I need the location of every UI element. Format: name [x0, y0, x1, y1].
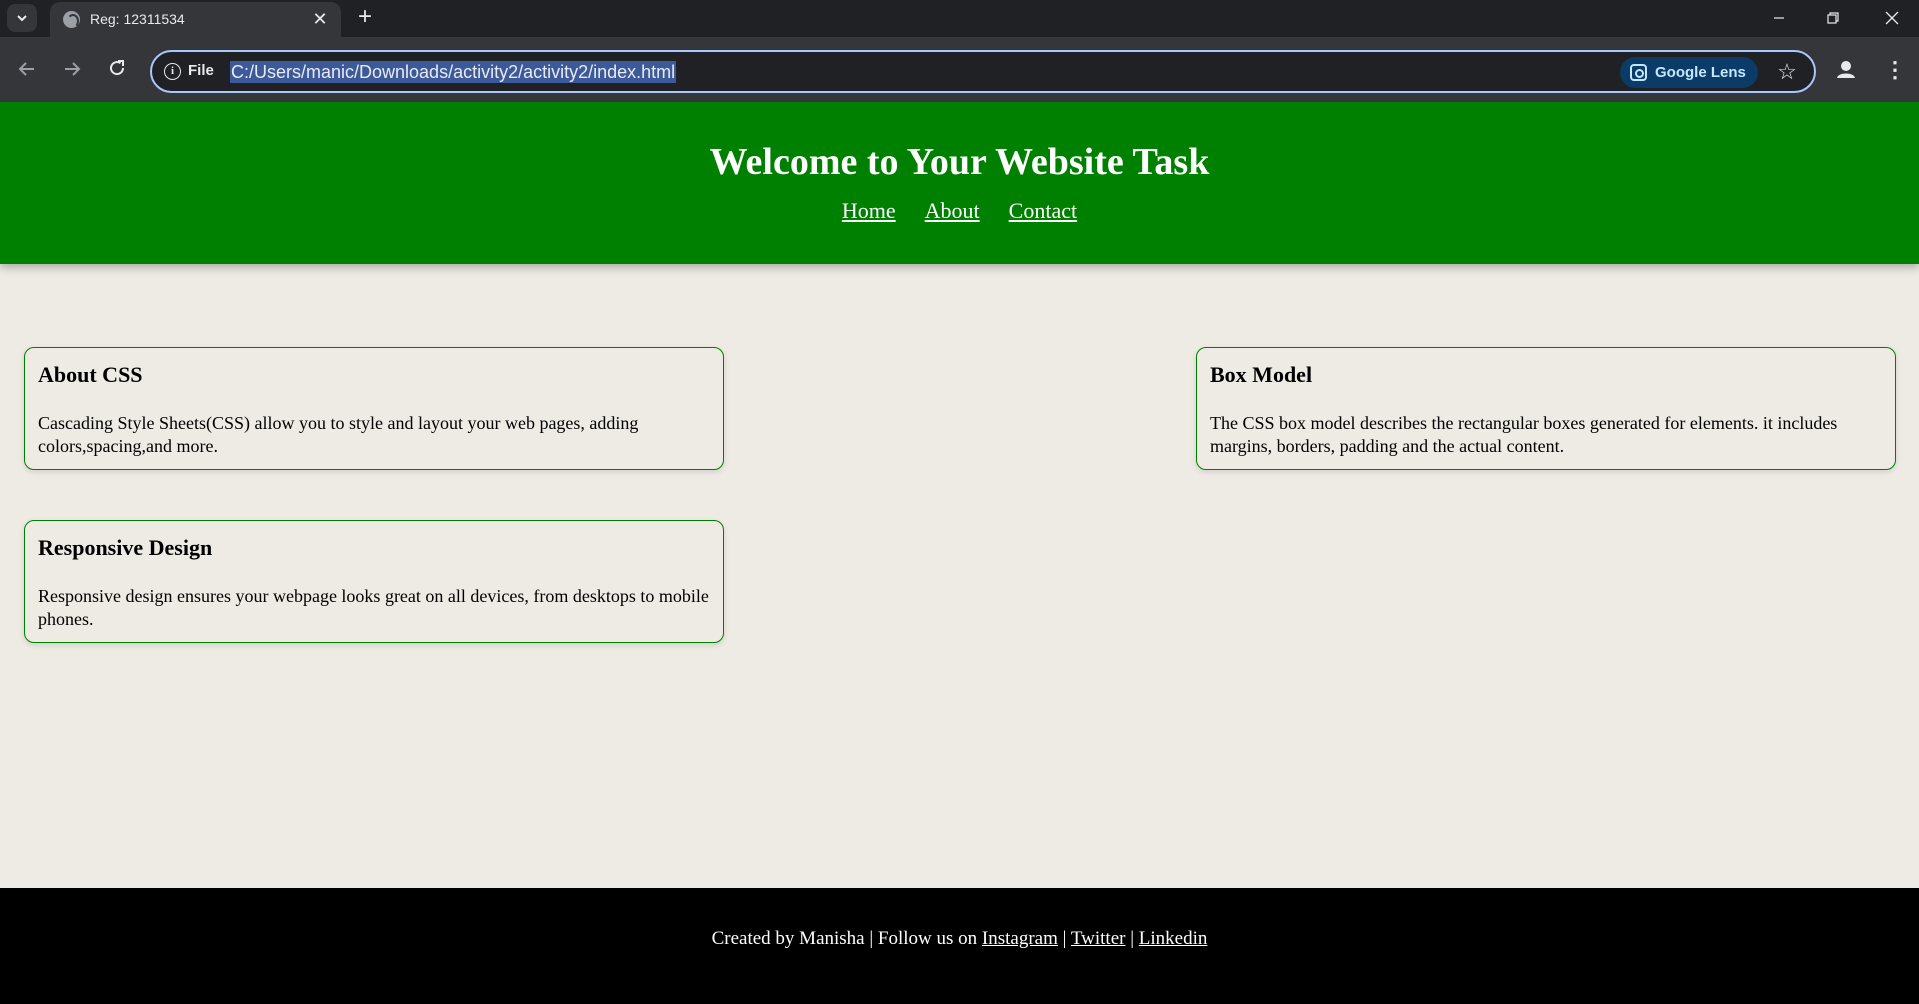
footer-separator: | — [1062, 928, 1067, 949]
arrow-right-icon — [65, 62, 81, 76]
info-icon[interactable]: i — [164, 63, 181, 80]
arrow-left-icon — [18, 62, 34, 76]
restore-button[interactable] — [1806, 0, 1860, 36]
card-title: About CSS — [38, 362, 143, 387]
footer-prefix: Created by Manisha | Follow us on — [711, 928, 978, 949]
card-title: Responsive Design — [38, 535, 213, 560]
nav-link-contact[interactable]: Contact — [1009, 198, 1077, 224]
minimize-button[interactable] — [1752, 0, 1806, 36]
page-title: Welcome to Your Website Task — [709, 141, 1210, 183]
card-text: Responsive design ensures your webpage l… — [38, 586, 709, 629]
google-lens-button[interactable]: Google Lens — [1620, 57, 1758, 88]
footer-link-twitter[interactable]: Twitter — [1071, 928, 1126, 949]
active-tab[interactable]: Reg: 12311534 ✕ — [50, 2, 341, 37]
lens-icon — [1630, 64, 1647, 81]
close-icon — [1885, 11, 1899, 25]
card-about-css: About CSS Cascading Style Sheets(CSS) al… — [24, 347, 724, 470]
scheme-label: File — [188, 62, 214, 79]
tab-close-icon[interactable]: ✕ — [309, 8, 331, 30]
address-bar[interactable]: i File C:/Users/manic/Downloads/activity… — [150, 50, 1816, 93]
restore-icon — [1827, 12, 1839, 24]
reload-icon — [110, 60, 125, 76]
url-text[interactable]: C:/Users/manic/Downloads/activity2/activ… — [230, 61, 677, 83]
tab-strip: Reg: 12311534 ✕ + — [0, 0, 1919, 37]
footer-link-linkedin[interactable]: Linkedin — [1139, 928, 1208, 949]
minimize-icon — [1774, 17, 1784, 19]
site-nav: Home About Contact — [0, 198, 1919, 224]
profile-icon[interactable] — [1831, 55, 1861, 85]
card-text: The CSS box model describes the rectangu… — [1210, 413, 1838, 456]
back-button[interactable] — [9, 53, 45, 89]
nav-link-about[interactable]: About — [925, 198, 980, 224]
site-header: Welcome to Your Website Task Home About … — [0, 102, 1919, 264]
page-viewport: Welcome to Your Website Task Home About … — [0, 102, 1919, 1004]
site-footer: Created by Manisha | Follow us on Instag… — [0, 888, 1919, 1004]
footer-link-instagram[interactable]: Instagram — [982, 928, 1058, 949]
globe-icon — [63, 11, 80, 28]
browser-toolbar: i File C:/Users/manic/Downloads/activity… — [0, 37, 1919, 102]
chevron-down-icon — [17, 15, 27, 22]
lens-label: Google Lens — [1655, 64, 1746, 81]
card-box-model: Box Model The CSS box model describes th… — [1196, 347, 1896, 470]
footer-separator: | — [1130, 928, 1135, 949]
footer-text: Created by Manisha | Follow us on Instag… — [0, 928, 1919, 950]
nav-link-home[interactable]: Home — [842, 198, 896, 224]
reload-button[interactable] — [99, 53, 135, 89]
new-tab-button[interactable]: + — [352, 5, 378, 31]
forward-button[interactable] — [54, 53, 90, 89]
tab-search-button[interactable] — [7, 4, 37, 32]
card-responsive-design: Responsive Design Responsive design ensu… — [24, 520, 724, 643]
card-title: Box Model — [1210, 362, 1313, 387]
tab-title: Reg: 12311534 — [90, 11, 185, 27]
close-window-button[interactable] — [1865, 0, 1919, 36]
more-menu-icon[interactable]: ⋮ — [1880, 55, 1910, 85]
card-text: Cascading Style Sheets(CSS) allow you to… — [38, 413, 639, 456]
bookmark-star-icon[interactable]: ☆ — [1774, 59, 1800, 85]
